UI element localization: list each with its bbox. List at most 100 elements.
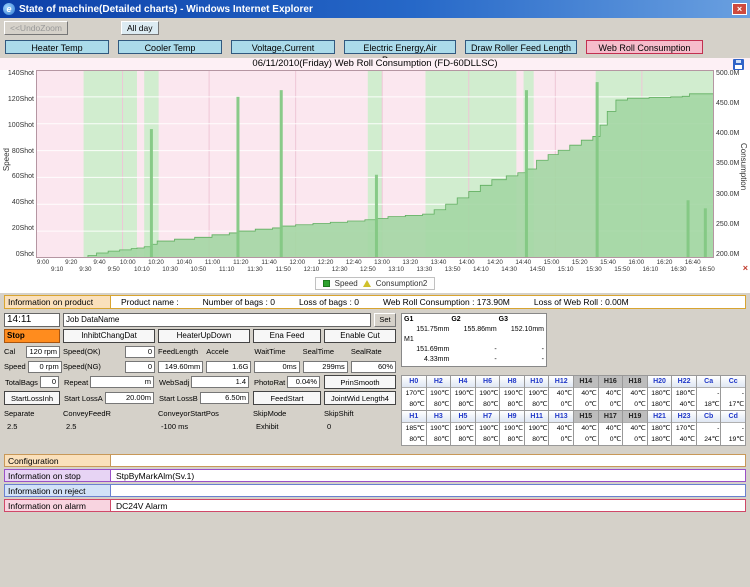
param-label: ConveyorStartPos — [158, 409, 219, 418]
heater-label[interactable]: H14 — [573, 376, 598, 388]
param-cell[interactable]: PrinSmooth — [324, 375, 396, 389]
param-label: Separate — [4, 409, 35, 418]
inhibit-change-data-button[interactable]: InhibtChangDat — [63, 329, 155, 343]
heater-temp-actual: 80℃ — [507, 436, 523, 443]
right-axis-title: Consumption — [739, 143, 748, 191]
save-icon[interactable] — [733, 59, 744, 70]
heater-label[interactable]: H23 — [672, 411, 696, 423]
heater-label[interactable]: Cc — [721, 376, 745, 388]
time-field[interactable]: 14:11 — [4, 313, 60, 327]
x-tick: 9:40 — [93, 259, 106, 266]
param-label: SkipMode — [253, 409, 287, 418]
heater-updown-button[interactable]: HeaterUpDown — [158, 329, 250, 343]
y-right-tick: 300.0M — [716, 190, 740, 198]
heater-label[interactable]: H13 — [549, 411, 573, 423]
speed-ok-label: Speed(OK) — [63, 347, 101, 356]
heater-label[interactable]: H15 — [573, 411, 598, 423]
chart-tab[interactable]: Voltage,Current — [231, 40, 335, 54]
heater-label[interactable]: H9 — [500, 411, 524, 423]
chart-tab[interactable]: Electric Energy,Air Pressure — [344, 40, 456, 65]
x-tick: 11:30 — [247, 266, 263, 273]
param-cell[interactable]: StartLossInh — [4, 391, 60, 405]
heater-label[interactable]: H3 — [426, 411, 451, 423]
heater-label[interactable]: H12 — [549, 376, 573, 388]
heater-label[interactable]: H0 — [402, 376, 426, 388]
y-right-tick: 350.0M — [716, 160, 740, 168]
heater-label[interactable]: H6 — [475, 376, 500, 388]
x-tick: 11:10 — [219, 266, 235, 273]
heater-label[interactable]: H18 — [623, 376, 647, 388]
product-info-item: Product name : — [121, 297, 179, 307]
seal-setting-value: 1.6G — [206, 360, 252, 373]
heater-cell: H15 40℃ 0℃ — [573, 411, 599, 446]
heater-cell: H22 180℃ 40℃ — [672, 376, 697, 411]
heater-label[interactable]: H17 — [598, 411, 623, 423]
heater-label[interactable]: H5 — [451, 411, 475, 423]
heater-cell: H4 190℃ 80℃ — [451, 376, 476, 411]
seal-setting-label: WaitTime — [254, 347, 286, 356]
info-row-label: Information on stop — [5, 470, 111, 481]
param-label: TotalBags — [5, 377, 38, 387]
chart-close-icon[interactable]: × — [743, 264, 748, 273]
heater-label[interactable]: Ca — [696, 376, 721, 388]
param-cell[interactable]: FeedStart — [253, 391, 321, 405]
heater-label[interactable]: H21 — [647, 411, 672, 423]
x-axis-ticks: 9:00 9:10 9:20 9:30 9:40 9:50 10:00 10:1… — [36, 258, 715, 276]
heater-cell: H7 190℃ 80℃ — [475, 411, 501, 446]
enable-cut-button[interactable]: Enable Cut — [324, 329, 396, 343]
chart-tab[interactable]: Web Roll Consumption — [586, 40, 703, 54]
chart-legend: Speed Consumption2 — [314, 277, 436, 290]
heater-label[interactable]: H22 — [672, 376, 696, 388]
gap-mid-label: M1 — [404, 336, 414, 343]
legend-speed-label: Speed — [334, 279, 358, 288]
heater-label[interactable]: H11 — [524, 411, 549, 423]
x-tick: 16:30 — [670, 266, 687, 273]
info-row-value — [111, 455, 116, 466]
gap-value-1: 151.75mm — [416, 326, 450, 333]
y-left-tick: 140Shot — [7, 70, 34, 77]
heater-temp-actual: 0℃ — [585, 401, 597, 408]
param-label: PrinSmooth — [340, 377, 380, 387]
heater-label[interactable]: H2 — [426, 376, 451, 388]
y-left-tick: 20Shot — [11, 225, 34, 233]
chart-section: 06/11/2010(Friday) Web Roll Consumption … — [0, 58, 750, 293]
heater-temp-actual: 19℃ — [728, 436, 744, 443]
chart-tab[interactable]: Heater Temp — [5, 40, 109, 54]
heater-label[interactable]: H16 — [598, 376, 623, 388]
seal-setting-value: 299ms — [302, 360, 348, 373]
gap-value-3: - — [494, 356, 497, 363]
x-tick: 15:20 — [571, 259, 588, 266]
job-data-name-field[interactable]: Job DataName — [63, 313, 371, 327]
y-left-tick: 100Shot — [7, 121, 34, 129]
param-cell[interactable]: JointWid Length4 — [324, 391, 396, 405]
param-value: Exhibit — [256, 422, 279, 431]
enable-feed-button[interactable]: Ena Feed — [253, 329, 321, 343]
heater-temp-actual: 0℃ — [634, 436, 646, 443]
heater-label[interactable]: H8 — [500, 376, 524, 388]
param-value: 0.04% — [287, 376, 320, 388]
heater-temp-actual: 80℃ — [433, 436, 450, 443]
heater-label[interactable]: H19 — [623, 411, 647, 423]
chart-tab[interactable]: Draw Roller Feed Length — [465, 40, 577, 54]
heater-temp-set: 190℃ — [479, 425, 499, 432]
consumption-chart[interactable] — [36, 70, 714, 258]
heater-label[interactable]: H4 — [451, 376, 475, 388]
x-tick: 11:40 — [261, 259, 277, 266]
x-tick: 11:00 — [204, 259, 221, 266]
heater-cell: Cb - 24℃ — [696, 411, 722, 446]
close-icon[interactable]: × — [732, 3, 747, 15]
set-button[interactable]: Set — [374, 313, 396, 327]
heater-cell: H10 190℃ 80℃ — [524, 376, 550, 411]
heater-label[interactable]: Cb — [696, 411, 721, 423]
heater-label[interactable]: H10 — [524, 376, 549, 388]
heater-temp-set: 40℃ — [581, 390, 597, 397]
chart-tab[interactable]: Cooler Temp — [118, 40, 222, 54]
heater-temp-actual: 24℃ — [704, 436, 720, 443]
info-row-label: Information on reject — [5, 485, 111, 496]
heater-label[interactable]: Cd — [721, 411, 745, 423]
heater-label[interactable]: H7 — [475, 411, 500, 423]
all-day-button[interactable]: All day — [120, 21, 159, 35]
undo-zoom-button[interactable]: <<UndoZoom — [4, 21, 68, 35]
heater-label[interactable]: H20 — [647, 376, 672, 388]
heater-label[interactable]: H1 — [402, 411, 426, 423]
